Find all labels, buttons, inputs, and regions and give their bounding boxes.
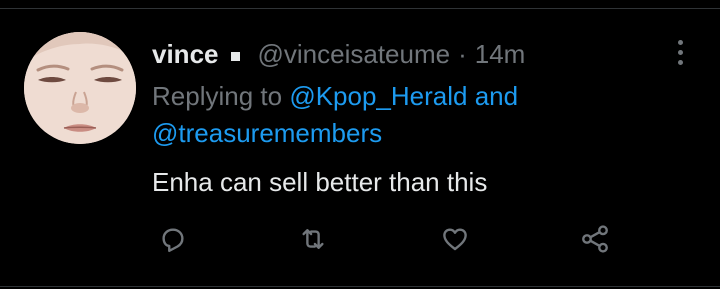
retweet-icon — [302, 229, 324, 249]
user-handle[interactable]: @vinceisateume — [258, 39, 451, 70]
bottom-divider — [0, 286, 720, 287]
reply-prefix: Replying to — [152, 81, 290, 111]
tweet-text: Enha can sell better than this — [152, 167, 488, 197]
replying-to: Replying to @Kpop_Herald and @treasuremem… — [152, 78, 672, 152]
reply-button[interactable] — [156, 222, 190, 256]
tweet-card[interactable]: vince @vinceisateume · 14m Replying to @… — [0, 0, 720, 289]
share-icon — [582, 225, 608, 253]
more-vertical-icon[interactable] — [668, 36, 692, 68]
share-button[interactable] — [578, 222, 612, 256]
reply-mention-treasuremembers[interactable]: @treasuremembers — [152, 118, 382, 148]
reply-icon — [162, 228, 184, 253]
square-emoji-icon — [230, 51, 240, 61]
heart-icon — [443, 228, 467, 251]
more-dot — [677, 49, 683, 55]
separator: · — [458, 38, 467, 69]
top-divider — [0, 8, 720, 9]
avatar[interactable] — [24, 32, 136, 144]
reply-conjunction[interactable]: and — [467, 81, 518, 111]
timestamp[interactable]: 14m — [475, 39, 526, 70]
like-button[interactable] — [438, 222, 472, 256]
tweet-header: vince @vinceisateume · 14m — [152, 36, 525, 72]
display-name[interactable]: vince — [152, 39, 219, 70]
more-dot — [677, 39, 683, 45]
more-dot — [677, 59, 683, 65]
retweet-button[interactable] — [296, 222, 330, 256]
reply-mention-kpop-herald[interactable]: @Kpop_Herald — [289, 81, 467, 111]
